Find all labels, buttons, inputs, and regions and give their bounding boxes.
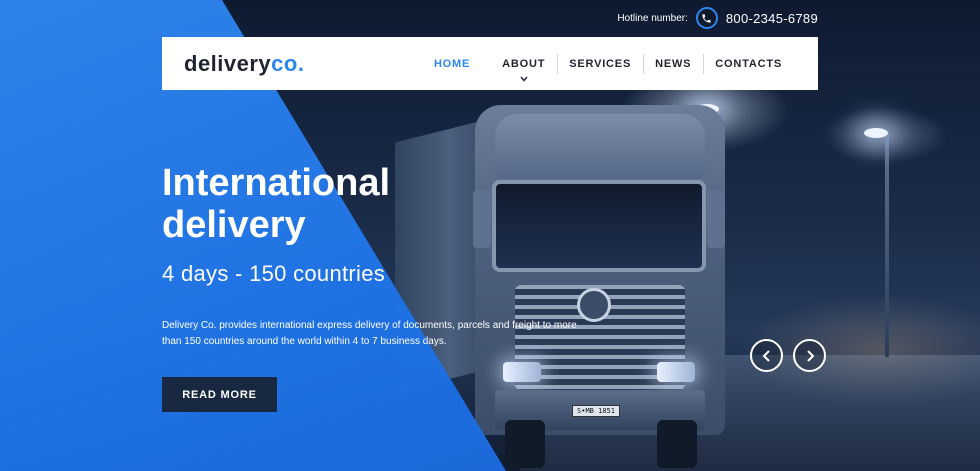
read-more-button[interactable]: READ MORE: [162, 377, 277, 412]
truck-emblem: [577, 288, 611, 322]
hotline-number[interactable]: 800-2345-6789: [726, 11, 818, 26]
hero-headline-line1: International: [162, 162, 391, 204]
slider-prev-button[interactable]: [750, 339, 783, 372]
hero-description: Delivery Co. provides international expr…: [162, 320, 577, 347]
chevron-left-icon: [762, 349, 770, 362]
site-logo[interactable]: deliveryco.: [184, 51, 304, 77]
logo-text-main: delivery: [184, 50, 272, 76]
main-nav: HOME ABOUT SERVICES NEWS CONTACTS: [422, 37, 794, 90]
streetlight: [885, 132, 889, 357]
lamp-light: [864, 128, 888, 138]
truck-roof: [495, 114, 705, 178]
truck-mirror-left: [473, 190, 491, 248]
truck-wheel-right: [657, 420, 697, 468]
truck-wheel-left: [505, 420, 545, 468]
nav-item-about[interactable]: ABOUT: [490, 54, 557, 82]
hero-headline: International delivery: [162, 162, 462, 246]
nav-item-about-label: ABOUT: [502, 57, 546, 70]
nav-item-news[interactable]: NEWS: [643, 53, 703, 74]
truck-headlight-left: [503, 362, 541, 382]
nav-item-home[interactable]: HOME: [422, 54, 490, 74]
chevron-right-icon: [806, 349, 814, 362]
phone-icon: [695, 7, 718, 29]
truck-license-plate: S•MB 1851: [572, 405, 620, 417]
site-header: deliveryco. HOME ABOUT SERVICES NEWS CON…: [162, 37, 818, 90]
logo-text-accent: co.: [271, 50, 305, 76]
hotline-label: Hotline number:: [617, 12, 688, 24]
truck-mirror-right: [707, 190, 725, 248]
hero-headline-line2: delivery: [162, 204, 306, 246]
chevron-down-icon: [520, 76, 528, 84]
nav-item-services[interactable]: SERVICES: [557, 53, 643, 74]
phone-glyph: [702, 13, 712, 23]
hotline: Hotline number: 800-2345-6789: [617, 7, 818, 29]
nav-item-contacts[interactable]: CONTACTS: [703, 53, 794, 74]
truck-windshield: [492, 180, 706, 272]
hero-subheadline: 4 days - 150 countries: [162, 261, 386, 286]
chevron-down-glyph: [520, 76, 528, 82]
slider-next-button[interactable]: [793, 339, 826, 372]
truck-headlight-right: [657, 362, 695, 382]
